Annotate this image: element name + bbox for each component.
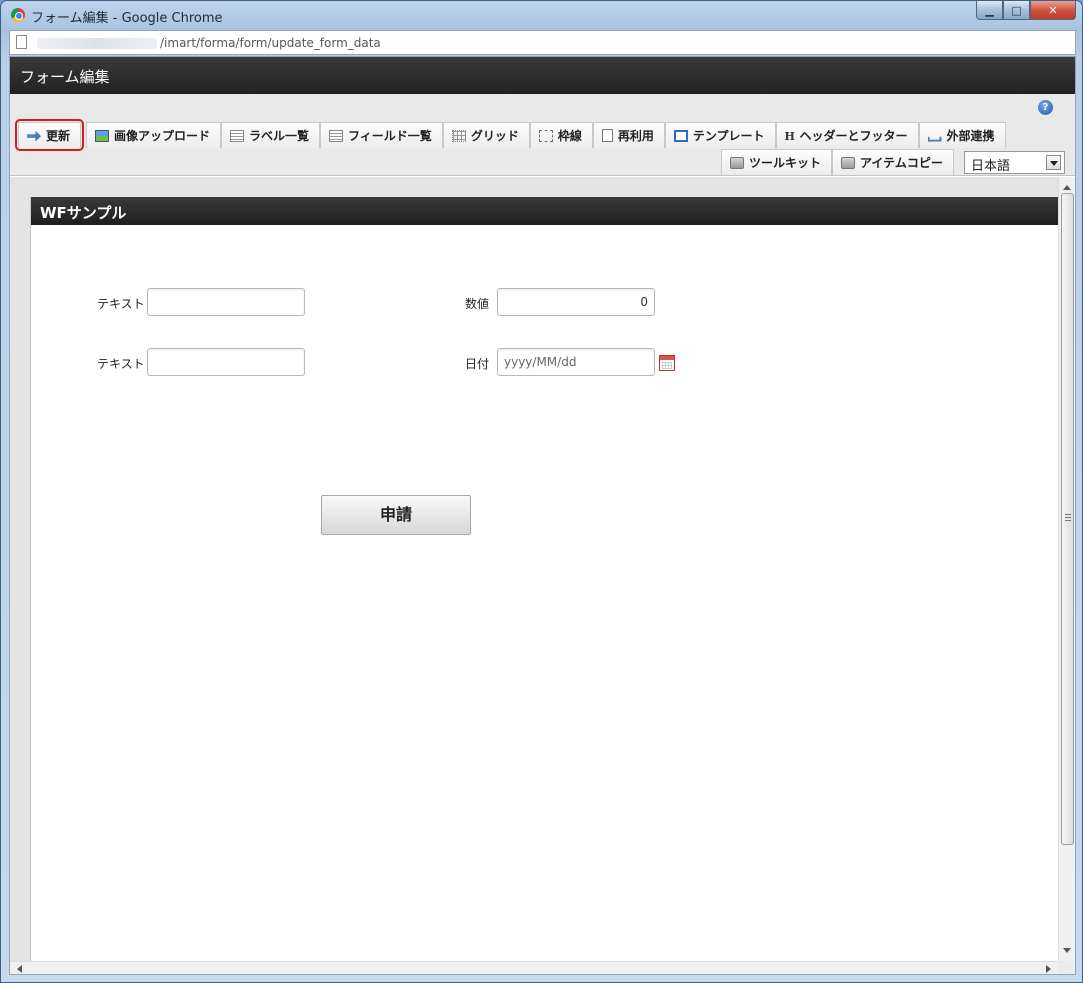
frame-label: 枠線	[557, 129, 582, 143]
app-header: フォーム編集	[10, 57, 1075, 94]
language-value: 日本語	[971, 159, 1011, 174]
field-list-button[interactable]: フィールド一覧	[320, 122, 443, 148]
text-field-2-input[interactable]	[147, 348, 305, 376]
document-icon	[601, 129, 613, 142]
reuse-label: 再利用	[617, 129, 654, 143]
frame-icon	[538, 129, 553, 142]
text-field-2-label: テキスト	[97, 357, 145, 371]
toolkit-label: ツールキット	[749, 156, 822, 170]
close-button[interactable]: ✕	[1030, 1, 1076, 20]
number-field-label: 数値	[465, 297, 490, 311]
browser-window: フォーム編集 - Google Chrome ▁ □ ✕ /imart/form…	[0, 0, 1083, 983]
list-icon	[230, 129, 245, 142]
page-viewport: フォーム編集 ? 更新 画像アップロード ラベル一覧 フィールド一覧 グリッド …	[9, 56, 1076, 975]
title-bar: フォーム編集 - Google Chrome ▁ □ ✕	[1, 1, 1082, 29]
field-list-label: フィールド一覧	[348, 129, 432, 143]
form-canvas: WFサンプル テキスト 数値 0 テキスト 日付 yyyy/MM/dd 申請	[10, 177, 1058, 961]
calendar-icon[interactable]	[659, 355, 675, 371]
list-icon	[329, 129, 344, 142]
form-panel: WFサンプル テキスト 数値 0 テキスト 日付 yyyy/MM/dd 申請	[30, 197, 1058, 961]
toolkit-button[interactable]: ツールキット	[721, 149, 833, 175]
text-field-1-input[interactable]	[147, 288, 305, 316]
toolbar-row-2: ツールキット アイテムコピー	[721, 149, 954, 175]
scrollbar-corner	[1058, 961, 1075, 974]
scroll-right-icon[interactable]	[1046, 965, 1055, 973]
url-text[interactable]: /imart/forma/form/update_form_data	[160, 36, 381, 50]
maximize-button[interactable]: □	[1003, 1, 1030, 20]
share-icon	[927, 136, 942, 142]
template-label: テンプレート	[692, 129, 765, 143]
grid-button[interactable]: グリッド	[442, 122, 530, 148]
image-upload-icon	[95, 129, 110, 142]
form-title: WFサンプル	[40, 204, 127, 222]
toolbar-row-1: 更新 画像アップロード ラベル一覧 フィールド一覧 グリッド 枠線 再利用 テン…	[14, 119, 1006, 151]
scroll-left-icon[interactable]	[13, 965, 22, 973]
image-upload-label: 画像アップロード	[114, 129, 211, 143]
text-field-1-label: テキスト	[97, 297, 145, 311]
header-footer-button[interactable]: H ヘッダーとフッター	[775, 122, 919, 148]
image-upload-button[interactable]: 画像アップロード	[86, 122, 222, 148]
toolbar: ? 更新 画像アップロード ラベル一覧 フィールド一覧 グリッド 枠線 再利用 …	[10, 94, 1075, 176]
horizontal-scrollbar[interactable]	[10, 961, 1058, 974]
language-select[interactable]: 日本語	[964, 151, 1065, 174]
template-button[interactable]: テンプレート	[664, 122, 776, 148]
chrome-logo-icon	[11, 8, 25, 22]
toolbox-icon	[730, 156, 744, 169]
url-host-redacted	[37, 38, 157, 49]
update-label: 更新	[46, 129, 71, 143]
item-copy-label: アイテムコピー	[860, 156, 943, 170]
help-icon[interactable]: ?	[1038, 100, 1053, 115]
update-icon	[27, 130, 41, 142]
number-field-input[interactable]: 0	[497, 288, 655, 316]
toolbox-icon	[841, 156, 856, 169]
item-copy-button[interactable]: アイテムコピー	[832, 149, 954, 175]
vertical-scrollbar[interactable]	[1058, 177, 1075, 961]
external-link-label: 外部連携	[946, 129, 995, 143]
grip-icon	[1065, 514, 1071, 521]
page-icon	[16, 35, 27, 49]
header-footer-label: ヘッダーとフッター	[799, 129, 908, 143]
app-title: フォーム編集	[20, 68, 110, 86]
label-list-label: ラベル一覧	[249, 129, 310, 143]
grid-icon	[451, 129, 466, 142]
reuse-button[interactable]: 再利用	[592, 122, 665, 148]
date-field-label: 日付	[465, 357, 490, 371]
form-header: WFサンプル	[31, 197, 1058, 225]
minimize-button[interactable]: ▁	[976, 1, 1003, 20]
scrollbar-thumb[interactable]	[1061, 193, 1074, 845]
template-icon	[673, 129, 688, 142]
scroll-up-icon[interactable]	[1063, 181, 1071, 190]
frame-button[interactable]: 枠線	[529, 122, 593, 148]
external-link-button[interactable]: 外部連携	[918, 122, 1006, 148]
address-bar[interactable]: /imart/forma/form/update_form_data	[9, 30, 1076, 55]
scroll-down-icon[interactable]	[1063, 948, 1071, 957]
window-title: フォーム編集 - Google Chrome	[31, 11, 223, 26]
date-field-input[interactable]: yyyy/MM/dd	[497, 348, 655, 376]
h-icon: H	[784, 129, 795, 143]
submit-button[interactable]: 申請	[321, 495, 471, 535]
grid-label: グリッド	[470, 129, 519, 143]
label-list-button[interactable]: ラベル一覧	[221, 122, 321, 148]
chevron-down-icon[interactable]	[1046, 155, 1061, 170]
update-button[interactable]: 更新	[14, 119, 85, 151]
